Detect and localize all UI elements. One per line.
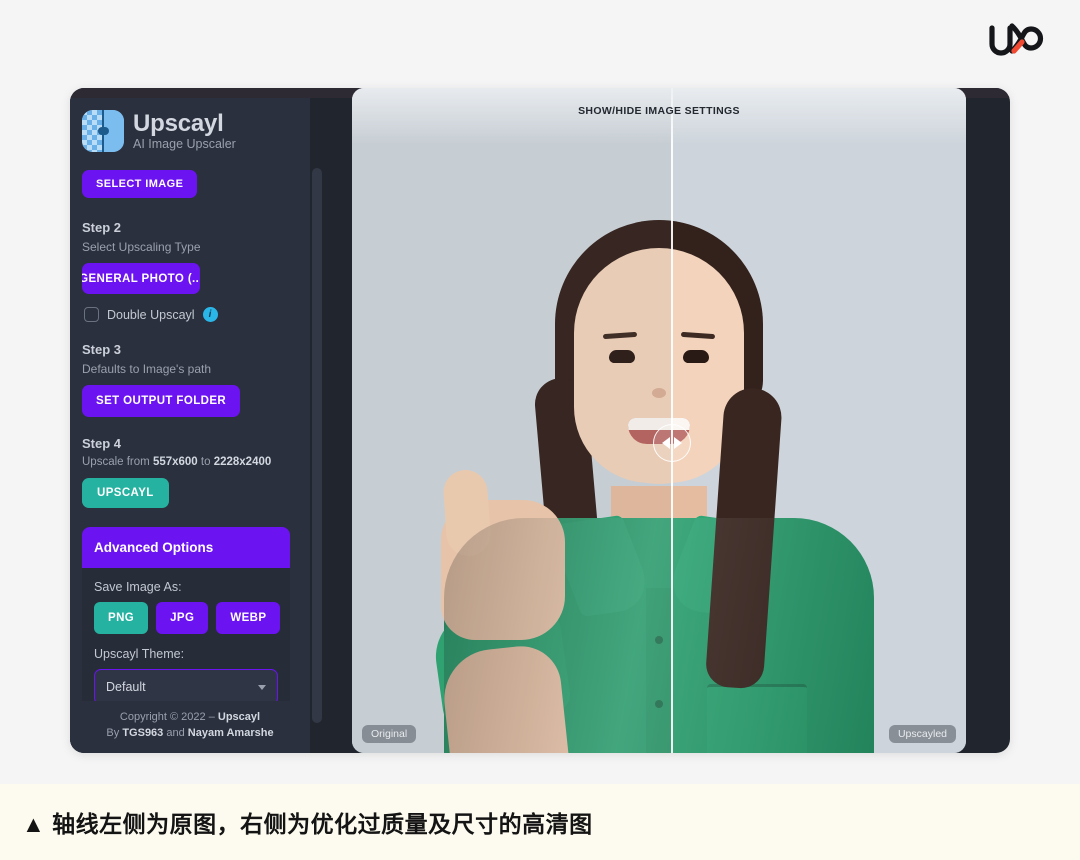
step-4-title: Step 4 [82, 436, 122, 451]
footer-copyright-prefix: Copyright © 2022 – [119, 711, 218, 724]
advanced-options-panel: Advanced Options Save Image As: PNG JPG … [82, 527, 290, 719]
original-label-tag: Original [362, 725, 417, 743]
app-branding: Upscayl AI Image Upscaler [82, 110, 290, 152]
step-4-block: Step 4 Upscale from 557x600 to 2228x2400… [82, 436, 290, 508]
double-upscayl-row[interactable]: Double Upscayl i [84, 307, 290, 322]
upscale-middle: to [197, 456, 214, 468]
image-compare-viewer[interactable]: SHOW/HIDE IMAGE SETTINGS Original Upscay… [352, 88, 966, 753]
compare-slider-handle[interactable] [653, 424, 692, 462]
chevron-down-icon [258, 684, 266, 690]
set-output-folder-button[interactable]: SET OUTPUT FOLDER [82, 385, 241, 417]
arrow-right-icon [674, 437, 683, 449]
format-jpg-button[interactable]: JPG [156, 602, 209, 634]
advanced-options-header[interactable]: Advanced Options [82, 527, 290, 568]
original-side-overlay [352, 88, 672, 753]
theme-select-value: Default [106, 680, 146, 694]
upscale-target-size: 2228x2400 [213, 456, 272, 468]
logo-accent-slash [1011, 39, 1025, 54]
footer-author-2: Nayam Amarshe [187, 727, 274, 740]
upscayl-button[interactable]: UPSCAYL [82, 478, 169, 508]
footer-author-1: TGS963 [122, 727, 164, 740]
step-3-block: Step 3 Defaults to Image's path SET OUTP… [82, 342, 290, 417]
step-3-subtitle: Defaults to Image's path [82, 362, 212, 376]
upscaling-type-select[interactable]: GENERAL PHOTO (... [82, 263, 200, 294]
double-upscayl-checkbox[interactable] [84, 307, 99, 322]
footer-authors-line: By TGS963 and Nayam Amarshe [80, 726, 300, 742]
show-hide-image-settings-toggle[interactable]: SHOW/HIDE IMAGE SETTINGS [352, 88, 966, 146]
sidebar-footer: Copyright © 2022 – Upscayl By TGS963 and… [70, 701, 310, 753]
save-image-as-label: Save Image As: [94, 580, 182, 594]
step-2-subtitle: Select Upscaling Type [82, 240, 201, 254]
format-button-group: PNG JPG WEBP [94, 602, 281, 634]
footer-by: By [106, 727, 123, 740]
format-webp-button[interactable]: WEBP [216, 602, 281, 634]
footer-app-name: Upscayl [217, 711, 261, 724]
theme-select[interactable]: Default [94, 669, 278, 705]
page-caption: ▲ 轴线左侧为原图，右侧为优化过质量及尺寸的高清图 [22, 811, 593, 837]
format-png-button[interactable]: PNG [94, 602, 149, 634]
select-image-button[interactable]: SELECT IMAGE [82, 170, 198, 198]
upscale-prefix: Upscale from [82, 456, 153, 468]
upscayled-label-tag: Upscayled [888, 725, 956, 743]
double-upscayl-label: Double Upscayl [107, 307, 195, 322]
app-tagline: AI Image Upscaler [133, 137, 236, 152]
info-icon[interactable]: i [202, 307, 218, 322]
footer-and: and [163, 727, 188, 740]
upscayl-app-icon [82, 110, 124, 152]
step-3-title: Step 3 [82, 342, 122, 357]
arrow-left-icon [662, 437, 671, 449]
step-2-block: Step 2 Select Upscaling Type GENERAL PHO… [82, 220, 290, 322]
step-2-title: Step 2 [82, 220, 122, 235]
app-title: Upscayl [133, 109, 224, 137]
upscayl-theme-label: Upscayl Theme: [94, 647, 185, 661]
upscale-dimensions-info: Upscale from 557x600 to 2228x2400 [82, 456, 290, 468]
compare-split-line [671, 88, 674, 753]
uxo-infinity-logo [984, 18, 1054, 62]
upscale-source-size: 557x600 [152, 456, 198, 468]
sidebar: Upscayl AI Image Upscaler SELECT IMAGE S… [70, 98, 310, 753]
footer-copyright-line: Copyright © 2022 – Upscayl [80, 710, 300, 726]
sidebar-scrollbar-thumb[interactable] [312, 168, 322, 723]
